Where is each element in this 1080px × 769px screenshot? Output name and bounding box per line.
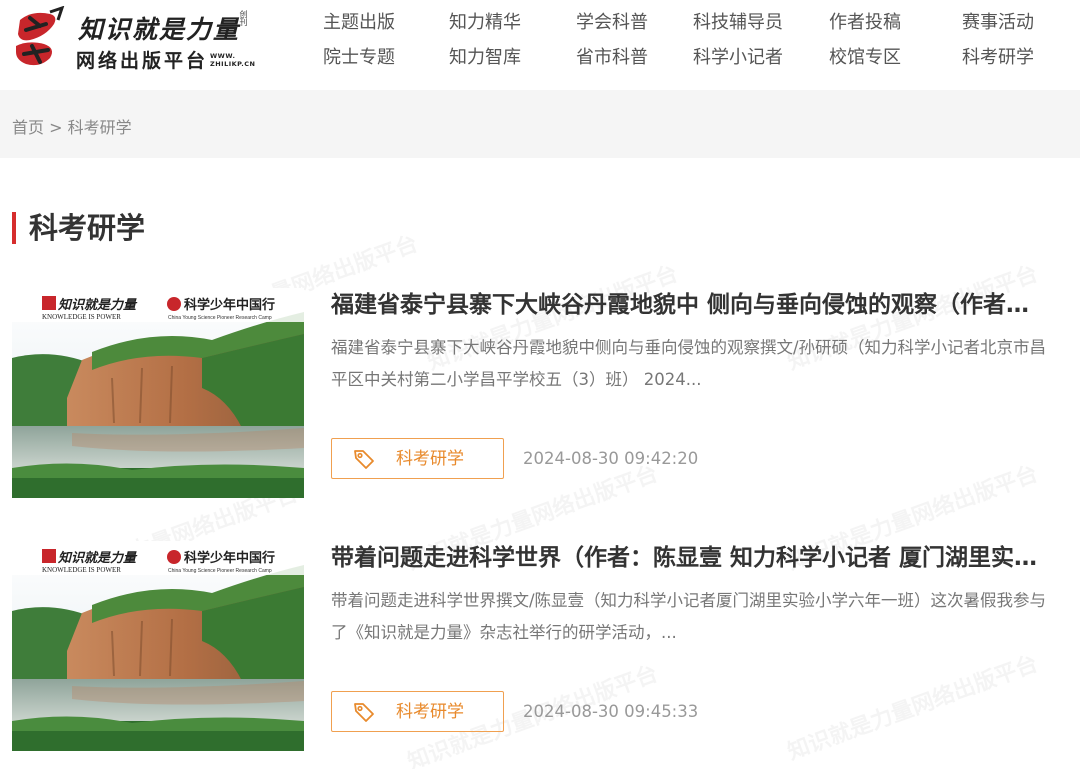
breadcrumb: 首页 > 科考研学	[12, 114, 132, 138]
breadcrumb-separator: >	[49, 118, 63, 137]
danxia-landscape-image: 知识就是力量 KNOWLEDGE IS POWER 科学少年中国行 China …	[12, 541, 304, 751]
article-summary: 福建省泰宁县寨下大峡谷丹霞地貌中侧向与垂向侵蚀的观察撰文/孙研硕（知力科学小记者…	[331, 338, 1047, 389]
nav-item-theme-publishing[interactable]: 主题出版	[323, 8, 395, 34]
article-item[interactable]: 知识就是力量 KNOWLEDGE IS POWER 科学少年中国行 China …	[12, 288, 1072, 498]
thumb-logo-right-en: China Young Science Pioneer Research Cam…	[168, 315, 272, 321]
thumb-logo-right: 科学少年中国行	[184, 550, 275, 566]
section-accent-bar	[12, 212, 16, 244]
thumb-logo-left: 知识就是力量	[57, 550, 138, 566]
nav-item-zhili-essence[interactable]: 知力精华	[449, 8, 521, 34]
nav-item-young-reporter[interactable]: 科学小记者	[693, 43, 783, 69]
article-tag-label: 科考研学	[396, 449, 464, 469]
thumb-logo-right: 科学少年中国行	[184, 297, 275, 313]
article-thumbnail[interactable]: 知识就是力量 KNOWLEDGE IS POWER 科学少年中国行 China …	[12, 288, 304, 498]
article-summary: 带着问题走进科学世界撰文/陈显壹（知力科学小记者厦门湖里实验小学六年一班）这次暑…	[331, 591, 1047, 642]
nav-item-academician[interactable]: 院士专题	[323, 43, 395, 69]
article-date: 2024-08-30 09:42:20	[523, 449, 699, 468]
nav-item-research-study[interactable]: 科考研学	[962, 43, 1034, 69]
article-tag[interactable]: 科考研学	[331, 691, 504, 732]
nav-item-society-science[interactable]: 学会科普	[576, 8, 648, 34]
article-title[interactable]: 福建省泰宁县寨下大峡谷丹霞地貌中 侧向与垂向侵蚀的观察（作者：孙研硕 知力科学小…	[331, 288, 1041, 322]
nav-item-author-submission[interactable]: 作者投稿	[829, 8, 901, 34]
nav-item-school-museum[interactable]: 校馆专区	[829, 43, 901, 69]
nav-item-science-counselor[interactable]: 科技辅导员	[693, 8, 783, 34]
main-nav: 主题出版 知力精华 学会科普 科技辅导员 作者投稿 赛事活动 院士专题 知力智库…	[0, 0, 1080, 90]
thumb-logo-left-en: KNOWLEDGE IS POWER	[42, 313, 121, 321]
danxia-landscape-image: 知识就是力量 KNOWLEDGE IS POWER 科学少年中国行 China …	[12, 288, 304, 498]
article-tag[interactable]: 科考研学	[331, 438, 504, 479]
article-item[interactable]: 知识就是力量 KNOWLEDGE IS POWER 科学少年中国行 China …	[12, 541, 1072, 751]
article-date: 2024-08-30 09:45:33	[523, 702, 699, 721]
nav-item-think-tank[interactable]: 知力智库	[449, 43, 521, 69]
thumb-logo-left: 知识就是力量	[57, 297, 138, 313]
section-title: 科考研学	[29, 211, 146, 245]
tag-icon	[354, 450, 374, 469]
nav-item-events[interactable]: 赛事活动	[962, 8, 1034, 34]
breadcrumb-current: 科考研学	[67, 118, 132, 137]
nav-item-provincial-science[interactable]: 省市科普	[576, 43, 648, 69]
breadcrumb-bar: 首页 > 科考研学	[0, 90, 1080, 158]
thumb-logo-right-en: China Young Science Pioneer Research Cam…	[168, 568, 272, 574]
article-tag-label: 科考研学	[396, 702, 464, 722]
article-title[interactable]: 带着问题走进科学世界（作者：陈显壹 知力科学小记者 厦门湖里实验小学六年一班）	[331, 541, 1041, 575]
thumb-logo-left-en: KNOWLEDGE IS POWER	[42, 566, 121, 574]
tag-icon	[354, 703, 374, 722]
site-header: 知识就是力量 创刊 网络出版平台 WWW. ZHILIKP.CN 主题出版 知力…	[0, 0, 1080, 90]
breadcrumb-home-link[interactable]: 首页	[12, 118, 44, 137]
article-thumbnail[interactable]: 知识就是力量 KNOWLEDGE IS POWER 科学少年中国行 China …	[12, 541, 304, 751]
